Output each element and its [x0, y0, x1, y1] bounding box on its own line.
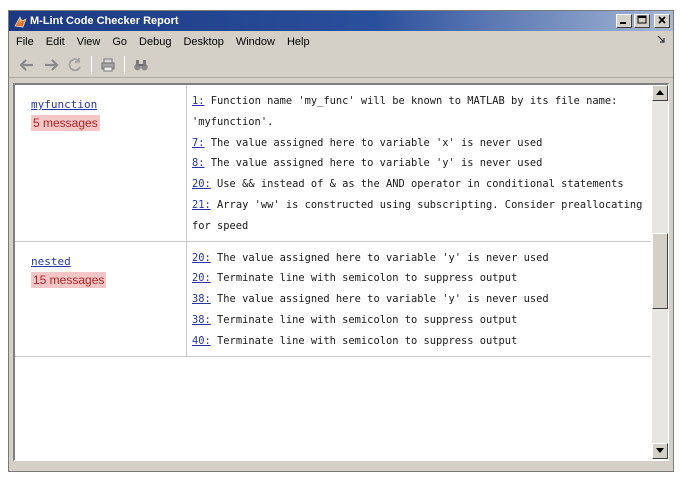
message-item: 40: Terminate line with semicolon to sup… [192, 331, 647, 352]
find-button[interactable] [131, 55, 151, 75]
line-number-link[interactable]: 1: [192, 95, 205, 107]
scrollbar-thumb[interactable] [652, 233, 668, 309]
message-item: 38: Terminate line with semicolon to sup… [192, 310, 647, 331]
binoculars-icon [134, 59, 148, 70]
menu-window[interactable]: Window [230, 36, 281, 48]
message-item: 38: The value assigned here to variable … [192, 289, 647, 310]
menu-debug[interactable]: Debug [133, 36, 177, 48]
message-text: The value assigned here to variable 'y' … [210, 157, 543, 170]
menu-go[interactable]: Go [106, 36, 133, 48]
vertical-scrollbar[interactable] [652, 85, 668, 459]
line-number-link[interactable]: 20: [192, 272, 211, 284]
window-title: M-Lint Code Checker Report [30, 15, 179, 27]
message-text: The value assigned here to variable 'y' … [217, 293, 549, 306]
messages-cell: 1: Function name 'my_func' will be known… [187, 85, 651, 241]
title-bar[interactable]: M-Lint Code Checker Report [9, 11, 673, 31]
forward-arrow-icon [45, 58, 59, 71]
message-text: The value assigned here to variable 'x' … [210, 136, 543, 149]
messages-cell: 20: The value assigned here to variable … [187, 242, 651, 356]
report-window: M-Lint Code Checker Report File Edit Vie… [8, 10, 674, 472]
line-number-link[interactable]: 8: [192, 157, 205, 169]
message-item: 1: Function name 'my_func' will be known… [192, 91, 647, 133]
line-number-link[interactable]: 7: [192, 137, 205, 149]
forward-button[interactable] [41, 55, 61, 75]
line-number-link[interactable]: 38: [192, 293, 211, 305]
scroll-up-button[interactable] [652, 85, 668, 101]
refresh-icon [68, 57, 81, 71]
message-count-badge: 15 messages [31, 271, 107, 288]
line-number-link[interactable]: 20: [192, 252, 211, 264]
line-number-link[interactable]: 38: [192, 314, 211, 326]
toolbar [9, 52, 673, 78]
function-link[interactable]: nested [31, 255, 71, 268]
function-cell: myfunction 5 messages [15, 85, 187, 241]
minimize-button[interactable] [616, 14, 632, 28]
report-row: nested 15 messages 20: The value assigne… [15, 241, 651, 357]
message-count-badge: 5 messages [31, 115, 100, 131]
report-row: myfunction 5 messages 1: Function name '… [15, 85, 651, 242]
print-button[interactable] [98, 55, 118, 75]
message-item: 21: Array 'ww' is constructed using subs… [192, 195, 647, 237]
message-item: 8: The value assigned here to variable '… [192, 153, 647, 174]
back-button[interactable] [17, 55, 37, 75]
minimize-icon [620, 22, 626, 24]
back-arrow-icon [19, 58, 33, 71]
arrow-down-icon [656, 448, 664, 453]
menu-desktop[interactable]: Desktop [177, 36, 229, 48]
menu-bar: File Edit View Go Debug Desktop Window H… [9, 32, 673, 51]
function-cell: nested 15 messages [15, 241, 187, 356]
report-pane: myfunction 5 messages 1: Function name '… [13, 83, 669, 461]
arrow-up-icon [656, 90, 664, 95]
menu-view[interactable]: View [71, 36, 107, 48]
message-item: 7: The value assigned here to variable '… [192, 133, 647, 154]
menu-edit[interactable]: Edit [40, 36, 71, 48]
dock-arrow-icon[interactable] [657, 34, 665, 46]
matlab-logo-icon [13, 14, 27, 28]
refresh-button[interactable] [65, 55, 85, 75]
line-number-link[interactable]: 40: [192, 335, 211, 347]
message-text: Terminate line with semicolon to suppres… [217, 272, 518, 285]
report-table: myfunction 5 messages 1: Function name '… [15, 85, 651, 459]
toolbar-separator [124, 55, 125, 74]
menu-help[interactable]: Help [281, 36, 316, 48]
message-text: Array 'ww' is constructed using subscrip… [192, 198, 643, 232]
line-number-link[interactable]: 20: [192, 178, 211, 190]
toolbar-separator [91, 55, 92, 74]
message-text: Use && instead of & as the AND operator … [217, 178, 624, 191]
maximize-icon [637, 15, 647, 24]
message-text: Terminate line with semicolon to suppres… [217, 334, 518, 347]
message-item: 20: Terminate line with semicolon to sup… [192, 268, 647, 289]
close-button[interactable] [654, 14, 670, 28]
message-item: 20: Use && instead of & as the AND opera… [192, 174, 647, 195]
print-icon [101, 58, 115, 71]
scroll-down-button[interactable] [652, 443, 668, 459]
menu-file[interactable]: File [9, 36, 40, 48]
message-text: The value assigned here to variable 'y' … [217, 251, 549, 264]
close-icon [658, 16, 666, 24]
function-link[interactable]: myfunction [31, 98, 97, 111]
message-text: Terminate line with semicolon to suppres… [217, 313, 518, 326]
message-text: Function name 'my_func' will be known to… [192, 95, 618, 128]
maximize-button[interactable] [634, 14, 650, 28]
message-item: 20: The value assigned here to variable … [192, 248, 647, 269]
line-number-link[interactable]: 21: [192, 199, 211, 211]
